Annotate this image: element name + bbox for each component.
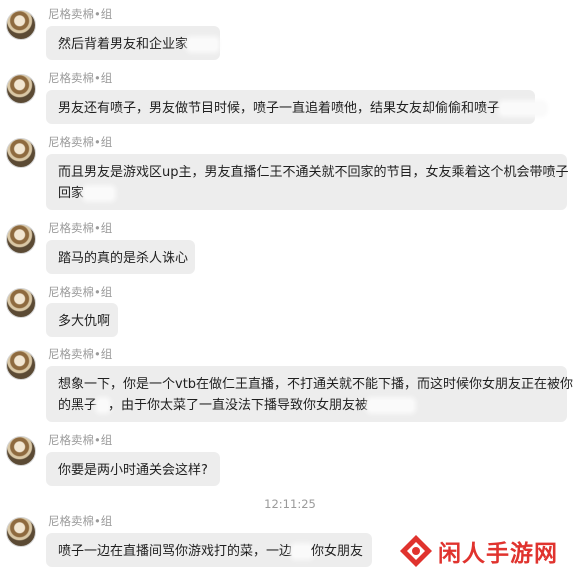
message-text: 你要是两小时通关会这样?	[58, 463, 208, 478]
sender-name: 尼格卖棉•组	[48, 221, 113, 235]
avatar[interactable]	[6, 10, 36, 40]
avatar[interactable]	[6, 224, 36, 254]
message-text: 喷子一边在直播间骂你游戏打的菜，一边	[58, 544, 293, 559]
avatar[interactable]	[6, 138, 36, 168]
message-text: 多大仇啊	[58, 314, 111, 329]
message-text: 而且男友是游戏区up主，男友直播仁王不通关就不回家的节目，女友乘着这个机会带喷子	[58, 165, 569, 180]
avatar[interactable]	[6, 350, 36, 380]
message-text: 然后背着男友和企业家	[58, 37, 189, 52]
message-bubble: 而且男友是游戏区up主，男友直播仁王不通关就不回家的节目，女友乘着这个机会带喷子…	[46, 154, 569, 210]
message-text: ，由于你太菜了一直没法下播导致你女朋友被	[108, 398, 369, 413]
redaction	[369, 400, 414, 411]
watermark-text: 闲人手游网	[438, 541, 558, 567]
message-bubble: 喷子一边在直播间骂你游戏打的菜，一边 你女朋友	[46, 533, 372, 567]
message-text: 你女朋友	[311, 544, 364, 559]
sender-name: 尼格卖棉•组	[48, 71, 113, 85]
message-text: 的黑子	[58, 398, 98, 413]
message-bubble: 你要是两小时通关会这样?	[46, 452, 220, 486]
message-bubble: 踏马的真的是杀人诛心	[46, 240, 195, 274]
avatar[interactable]	[6, 517, 36, 547]
message-bubble: 多大仇啊	[46, 303, 118, 337]
message-bubble: 想象一下，你是一个vtb在做仁王直播，不打通关就不能下播，而这时候你女朋友正在被…	[46, 366, 574, 422]
sender-name: 尼格卖棉•组	[48, 7, 113, 21]
sender-name: 尼格卖棉•组	[48, 433, 113, 447]
avatar[interactable]	[6, 436, 36, 466]
message-text: 想象一下，你是一个vtb在做仁王直播，不打通关就不能下播，而这时候你女朋友正在被…	[58, 377, 574, 392]
redaction	[98, 400, 109, 411]
redaction	[189, 39, 218, 50]
avatar[interactable]	[6, 74, 36, 104]
sender-name: 尼格卖棉•组	[48, 347, 113, 361]
message-bubble: 然后背着男友和企业家	[46, 26, 220, 60]
watermark-logo-icon	[398, 533, 434, 569]
message-text: 踏马的真的是杀人诛心	[58, 251, 189, 266]
sender-name: 尼格卖棉•组	[48, 135, 113, 149]
redaction	[501, 103, 546, 114]
timestamp: 12:11:25	[264, 497, 316, 511]
message-text: 回家	[58, 186, 85, 201]
avatar[interactable]	[6, 288, 36, 318]
redaction	[85, 188, 114, 199]
sender-name: 尼格卖棉•组	[48, 285, 113, 299]
message-text: 男友还有喷子，男友做节目时候，喷子一直追着喷他，结果女友却偷偷和喷子	[58, 101, 501, 116]
sender-name: 尼格卖棉•组	[48, 514, 113, 528]
message-bubble: 男友还有喷子，男友做节目时候，喷子一直追着喷他，结果女友却偷偷和喷子	[46, 90, 546, 124]
site-watermark: 闲人手游网	[398, 531, 558, 571]
redaction	[293, 546, 312, 557]
